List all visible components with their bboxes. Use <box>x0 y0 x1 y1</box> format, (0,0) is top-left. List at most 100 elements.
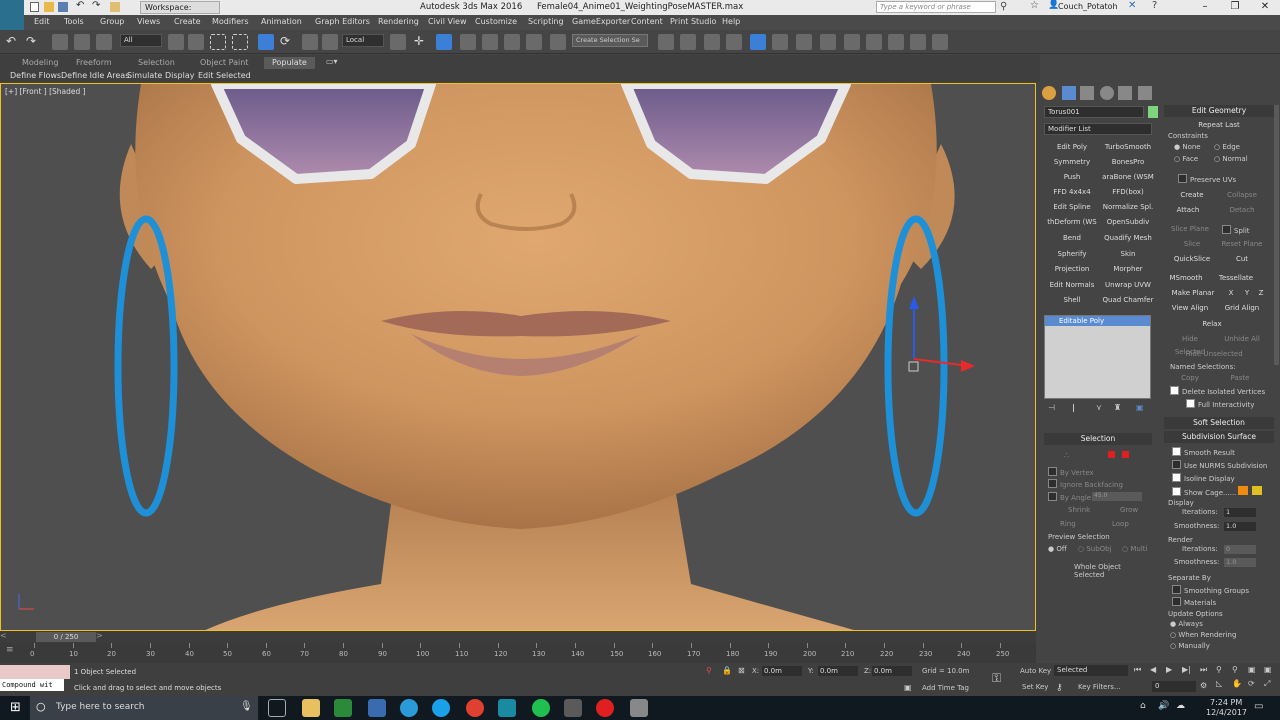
chrome-icon[interactable] <box>466 699 484 717</box>
task-view-icon[interactable] <box>268 699 286 717</box>
modifier-btn-edit-poly[interactable]: Edit Poly <box>1044 141 1100 154</box>
z-coord-field[interactable]: 0.0m <box>872 666 912 676</box>
key-mode-dropdown[interactable]: Selected <box>1054 665 1128 676</box>
copy-button[interactable]: Copy <box>1170 372 1210 385</box>
help-icon[interactable]: ? <box>1152 0 1157 11</box>
time-slider-next-icon[interactable]: > <box>96 631 103 640</box>
preview-off-radio[interactable]: ● Off <box>1048 545 1067 553</box>
window-crossing-icon[interactable] <box>232 34 248 50</box>
minimize-button[interactable]: – <box>1190 0 1220 15</box>
app-logo-icon[interactable] <box>0 0 24 32</box>
split-checkbox[interactable]: Split <box>1222 225 1250 235</box>
redo-icon[interactable]: ↷ <box>26 34 42 50</box>
ribbon-tab-selection[interactable]: Selection <box>138 58 175 67</box>
menu-tools[interactable]: Tools <box>64 17 84 26</box>
make-unique-icon[interactable]: ⋎ <box>1096 403 1102 412</box>
mirror-icon[interactable] <box>658 34 674 50</box>
by-vertex-checkbox[interactable]: By Vertex <box>1048 467 1094 477</box>
display-tab-icon[interactable] <box>1118 86 1132 100</box>
edit-geometry-rollout-header[interactable]: Edit Geometry <box>1164 105 1274 117</box>
selection-rollout-header[interactable]: Selection <box>1044 433 1152 445</box>
reference-coordinate-dropdown[interactable]: Local <box>342 34 384 47</box>
mini-curve-editor-icon[interactable]: ≡ <box>6 645 18 659</box>
gizmo-center[interactable] <box>908 361 919 372</box>
modifier-btn-bonespro[interactable]: BonesPro <box>1100 156 1156 169</box>
zoom-extents-icon[interactable]: ▣ <box>1248 665 1256 674</box>
keyboard-shortcut-override-icon[interactable] <box>436 34 452 50</box>
hide-unselected-button[interactable]: Hide Unselected <box>1184 348 1244 361</box>
materials-checkbox[interactable]: Materials <box>1172 597 1216 607</box>
record-icon[interactable] <box>596 699 614 717</box>
modifier-btn-quadify-mesh[interactable]: Quadify Mesh <box>1100 232 1156 245</box>
3ds-max-taskbar-icon[interactable] <box>498 699 516 717</box>
clock-time[interactable]: 7:24 PM <box>1210 698 1242 707</box>
maximize-viewport-icon[interactable]: ⤢ <box>1264 679 1270 689</box>
menu-graph-editors[interactable]: Graph Editors <box>315 17 370 26</box>
add-time-tag-button[interactable]: Add Time Tag <box>922 684 969 692</box>
grow-button[interactable]: Grow <box>1120 506 1138 514</box>
search-input[interactable]: Type a keyword or phrase <box>876 1 996 13</box>
app-icon-2[interactable] <box>564 699 582 717</box>
stack-item-editable-poly[interactable]: Editable Poly <box>1045 316 1150 326</box>
new-file-icon[interactable] <box>30 2 39 12</box>
select-and-rotate-icon[interactable]: ⟳ <box>280 34 296 50</box>
manipulate-icon[interactable]: ✛ <box>414 34 430 50</box>
unlink-icon[interactable] <box>74 34 90 50</box>
by-angle-checkbox[interactable]: By Angle: <box>1048 492 1093 502</box>
select-and-scale-icon[interactable] <box>302 34 318 50</box>
tessellate-button[interactable]: Tessellate <box>1214 272 1258 285</box>
ribbon-simulate[interactable]: Simulate <box>127 71 162 80</box>
absolute-mode-icon[interactable]: ⊠ <box>738 666 745 675</box>
file-explorer-icon[interactable] <box>302 699 320 717</box>
menu-animation[interactable]: Animation <box>261 17 302 26</box>
render-setup-icon[interactable] <box>844 34 860 50</box>
full-interactivity-checkbox[interactable]: Full Interactivity <box>1186 399 1254 409</box>
bind-space-warp-icon[interactable] <box>96 34 112 50</box>
slice-button[interactable]: Slice <box>1170 238 1214 251</box>
ribbon-tab-populate[interactable]: Populate <box>264 57 315 69</box>
onedrive-icon[interactable]: ☁ <box>1176 701 1185 711</box>
key-icon[interactable]: ⚿ <box>992 671 1001 686</box>
menu-gameexporter[interactable]: GameExporter <box>572 17 630 26</box>
make-planar-button[interactable]: Make Planar <box>1168 287 1218 300</box>
menu-content[interactable]: Content <box>631 17 663 26</box>
toggle-ribbon-icon[interactable] <box>726 34 742 50</box>
snaps-toggle-icon[interactable] <box>460 34 476 50</box>
unhide-all-button[interactable]: Unhide All <box>1220 333 1264 346</box>
windows-start-icon[interactable]: ⊞ <box>10 700 21 715</box>
field-of-view-icon[interactable]: ◺ <box>1216 679 1222 688</box>
store-icon[interactable] <box>334 699 352 717</box>
track-bar[interactable]: ≡ 0 10 20 30 40 50 60 70 80 90 100 110 120 130 140 150 1… <box>0 643 1036 663</box>
scene-explorer-icon[interactable] <box>750 34 766 50</box>
clock-date[interactable]: 12/4/2017 <box>1206 708 1247 717</box>
menu-help[interactable]: Help <box>722 17 740 26</box>
command-panel-scrollbar[interactable] <box>1274 105 1279 365</box>
zoom-extents-all-icon[interactable]: ▣ <box>1264 665 1272 674</box>
select-and-place-icon[interactable] <box>322 34 338 50</box>
make-planar-y-button[interactable]: Y <box>1242 287 1252 300</box>
render-smoothness-field[interactable]: 1.0 <box>1224 558 1256 567</box>
telegram-icon[interactable] <box>400 699 418 717</box>
play-icon[interactable]: ▶ <box>1166 665 1172 674</box>
curve-editor-icon[interactable] <box>772 34 788 50</box>
ribbon-options-icon[interactable]: ▭▾ <box>326 57 338 66</box>
next-frame-icon[interactable]: ▶| <box>1182 665 1191 674</box>
redo-icon[interactable]: ↷ <box>92 0 100 11</box>
menu-edit[interactable]: Edit <box>34 17 50 26</box>
msmooth-button[interactable]: MSmooth <box>1166 272 1206 285</box>
set-key-button[interactable]: Set Key <box>1022 683 1048 691</box>
time-slider-thumb[interactable]: 0 / 250 <box>36 632 96 642</box>
ribbon-tab-modeling[interactable]: Modeling <box>22 58 58 67</box>
schematic-view-icon[interactable] <box>796 34 812 50</box>
time-slider-prev-icon[interactable]: < <box>0 631 7 640</box>
modifier-list-dropdown[interactable]: Modifier List <box>1044 123 1152 135</box>
zoom-all-icon[interactable]: ⚲ <box>1232 665 1238 674</box>
constraint-none-radio[interactable]: ● None <box>1174 143 1201 151</box>
detach-button[interactable]: Detach <box>1220 204 1264 217</box>
vertex-level-icon[interactable]: ∴ <box>1064 451 1069 460</box>
set-keys-icon[interactable]: ⚷ <box>1056 683 1063 693</box>
preview-subobj-radio[interactable]: ○ SubObj <box>1078 545 1112 553</box>
ribbon-edit-selected[interactable]: Edit Selected <box>198 71 251 80</box>
menu-create[interactable]: Create <box>174 17 201 26</box>
star-icon[interactable]: ☆ <box>1030 0 1039 11</box>
